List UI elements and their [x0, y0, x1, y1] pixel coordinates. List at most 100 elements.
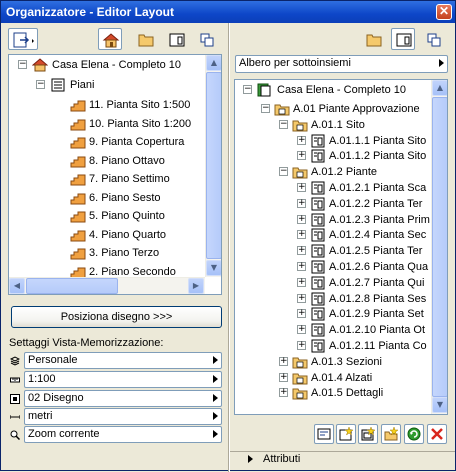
vertical-scrollbar[interactable]: ▲ ▼: [205, 55, 221, 277]
horizontal-scrollbar[interactable]: ◀ ▶: [9, 277, 205, 294]
expand-toggle[interactable]: +: [297, 309, 306, 319]
story-icon: [70, 193, 86, 204]
collapse-toggle[interactable]: −: [279, 167, 288, 177]
scroll-thumb[interactable]: [26, 278, 118, 294]
setting-value: metri: [28, 410, 53, 422]
expand-toggle[interactable]: +: [279, 372, 288, 382]
expand-toggle[interactable]: +: [279, 388, 288, 398]
layout-book-tab[interactable]: [164, 28, 188, 50]
new-layout-button[interactable]: [336, 424, 356, 444]
tree-view-selector[interactable]: Albero per sottoinsiemi: [235, 55, 448, 73]
scroll-up-button[interactable]: ▲: [206, 55, 221, 71]
story-item[interactable]: 3. Piano Terzo: [9, 243, 203, 263]
dropdown-arrow-icon: [213, 356, 218, 364]
story-item[interactable]: 4. Piano Quarto: [9, 225, 203, 245]
close-button[interactable]: ✕: [436, 4, 452, 20]
expand-toggle[interactable]: +: [297, 183, 306, 192]
publisher-sets-tab-right[interactable]: [421, 28, 445, 50]
subset-folder-icon: [292, 388, 308, 400]
collapse-toggle[interactable]: −: [243, 85, 252, 94]
expand-toggle[interactable]: +: [297, 262, 306, 271]
collapse-toggle[interactable]: −: [36, 80, 45, 89]
collapse-toggle[interactable]: −: [279, 119, 288, 129]
expand-toggle[interactable]: +: [297, 341, 306, 350]
expand-toggle[interactable]: +: [297, 214, 306, 224]
expand-toggle[interactable]: +: [297, 246, 306, 256]
story-item[interactable]: 5. Piano Quinto: [9, 206, 203, 226]
project-map-tab[interactable]: [98, 28, 122, 50]
story-label: 8. Piano Ottavo: [89, 154, 165, 167]
scroll-down-button[interactable]: ▼: [432, 397, 447, 413]
setting-dropdown[interactable]: 1:100: [24, 371, 222, 388]
dropdown-arrow-icon: [439, 59, 444, 67]
view-map-tab[interactable]: [133, 28, 157, 50]
scroll-down-button[interactable]: ▼: [206, 260, 221, 276]
expand-toggle[interactable]: +: [297, 230, 306, 240]
story-item[interactable]: 8. Piano Ottavo: [9, 151, 203, 171]
scroll-thumb[interactable]: [206, 72, 221, 259]
story-label: 5. Piano Quinto: [89, 210, 165, 222]
layout-tree-panel: − Casa Elena - Completo 10 − A.01 Piante …: [234, 79, 448, 415]
expand-toggle[interactable]: +: [297, 277, 306, 287]
scroll-up-button[interactable]: ▲: [432, 80, 447, 96]
setting-dropdown[interactable]: 02 Disegno: [24, 390, 222, 407]
publisher-sets-tab[interactable]: [194, 28, 218, 50]
panel-splitter[interactable]: [228, 23, 230, 472]
expand-toggle[interactable]: +: [297, 135, 306, 145]
expand-arrow-icon[interactable]: [248, 455, 253, 463]
setting-dropdown[interactable]: Zoom corrente: [24, 426, 222, 443]
subset-label: A.01.5 Dettagli: [311, 387, 384, 400]
expand-toggle[interactable]: +: [279, 356, 288, 366]
organizer-window: Organizzatore - Editor Layout ✕ − Casa E…: [0, 0, 456, 472]
tree-root-row[interactable]: − Casa Elena - Completo 10: [9, 55, 203, 75]
layout-book-icon: [257, 83, 271, 97]
layout-icon: [169, 33, 185, 47]
setting-value: Personale: [28, 354, 78, 366]
story-label: 9. Pianta Copertura: [89, 136, 185, 148]
setting-value: Zoom corrente: [28, 428, 100, 440]
story-item[interactable]: 9. Pianta Copertura: [9, 132, 203, 152]
view-map-tab-right[interactable]: [361, 28, 385, 50]
story-item[interactable]: 7. Piano Settimo: [9, 169, 203, 189]
send-arrow-icon: [13, 32, 34, 48]
tree-root-row[interactable]: − Casa Elena - Completo 10: [235, 80, 429, 100]
new-master-button[interactable]: [358, 424, 378, 444]
expand-toggle[interactable]: +: [297, 325, 306, 335]
story-icon: [70, 248, 86, 260]
story-label: 6. Piano Sesto: [89, 191, 161, 204]
layout-icon: [396, 33, 412, 47]
settings-button[interactable]: [314, 424, 334, 444]
send-to-layout-button[interactable]: [8, 28, 38, 50]
scroll-right-button[interactable]: ▶: [188, 278, 204, 294]
collapse-toggle[interactable]: −: [261, 104, 270, 113]
expand-toggle[interactable]: +: [297, 151, 306, 161]
story-item[interactable]: 6. Piano Sesto: [9, 188, 203, 208]
attributes-section[interactable]: Attributi: [230, 451, 455, 470]
tree-group-row[interactable]: − Piani: [9, 75, 203, 95]
story-icon: [70, 137, 86, 149]
expand-toggle[interactable]: +: [297, 198, 306, 208]
setting-dropdown[interactable]: Personale: [24, 352, 222, 369]
title-bar: Organizzatore - Editor Layout ✕: [1, 1, 455, 23]
setting-dropdown[interactable]: metri: [24, 408, 222, 425]
tree-group-label: Piani: [70, 79, 95, 91]
collapse-toggle[interactable]: −: [18, 60, 27, 69]
story-label: 11. Pianta Sito 1:500: [89, 99, 191, 111]
layout-book-tab-right[interactable]: [391, 28, 415, 50]
scroll-left-button[interactable]: ◀: [9, 278, 25, 294]
new-subset-button[interactable]: [381, 424, 401, 444]
subset-item[interactable]: + A.01.5 Dettagli: [235, 383, 429, 403]
new-layout-icon: [339, 427, 353, 441]
story-icon: [70, 119, 86, 130]
place-drawing-button[interactable]: Posiziona disegno >>>: [11, 306, 222, 328]
scroll-thumb[interactable]: [432, 97, 447, 397]
expand-toggle[interactable]: +: [297, 293, 306, 303]
story-label: 4. Piano Quarto: [89, 228, 167, 241]
story-item[interactable]: 10. Pianta Sito 1:200: [9, 114, 203, 134]
tree-root-label: Casa Elena - Completo 10: [52, 59, 182, 71]
story-item[interactable]: 11. Pianta Sito 1:500: [9, 95, 203, 115]
story-icon: [70, 230, 86, 241]
vertical-scrollbar[interactable]: ▲ ▼: [431, 80, 447, 414]
delete-button[interactable]: [427, 424, 447, 444]
update-button[interactable]: [404, 424, 424, 444]
